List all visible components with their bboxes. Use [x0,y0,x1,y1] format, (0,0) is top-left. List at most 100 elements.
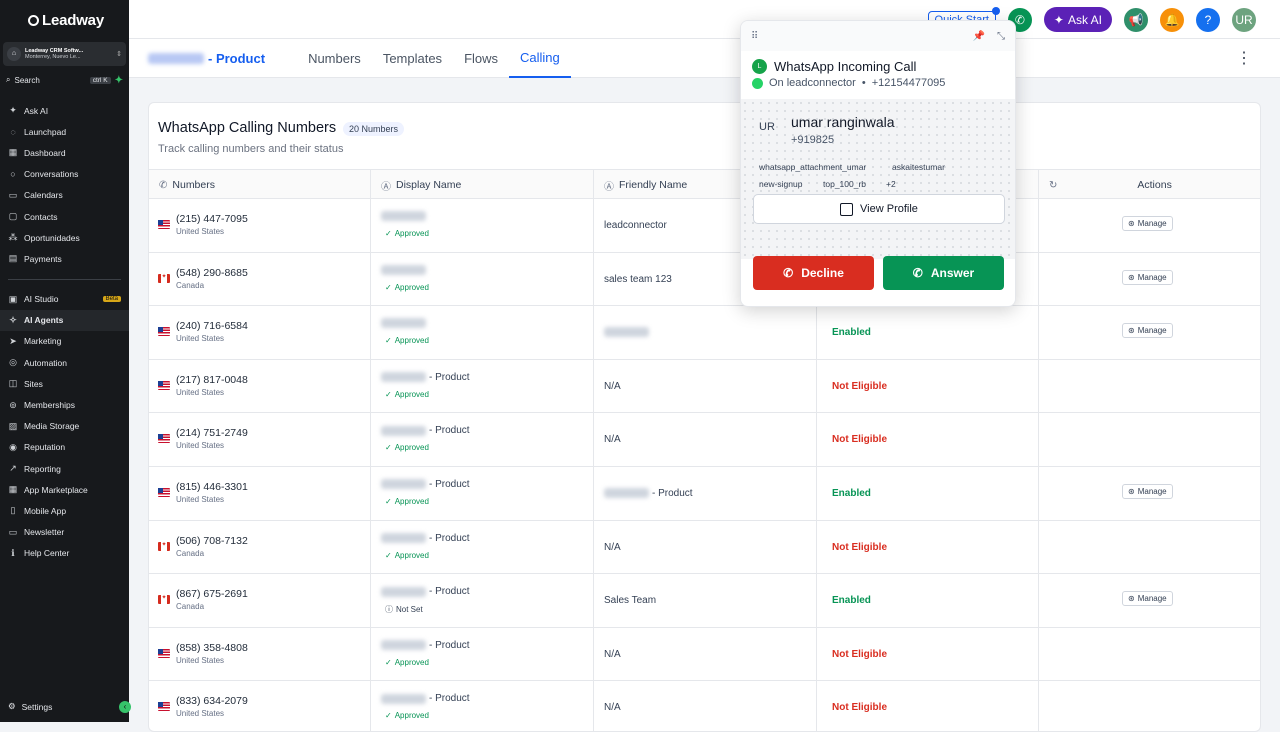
canada-flag-icon [158,541,170,551]
line-number: +12154477095 [871,77,946,89]
search-shortcut: ctrl K [89,76,111,84]
check-icon: ✓ [385,711,392,721]
redacted-text [604,488,649,499]
sidebar-item-marketing[interactable]: ➤ Marketing [0,331,129,352]
sidebar-item-reporting[interactable]: ↗ Reporting [0,458,129,479]
calling-status-badge: Enabled [832,595,871,607]
sidebar-item-calendars[interactable]: ▭ Calendars [0,185,129,206]
sites-icon: ◫ [8,378,18,389]
display-name-cell: - Product ✓ Approved [371,413,594,466]
more-options-icon[interactable]: ⋮ [1236,48,1252,68]
friendly-name-cell: - Product [594,466,817,520]
display-name [381,211,429,221]
status-label: Approved [394,282,429,292]
sidebar-item-launchpad[interactable]: ◌ Launchpad [0,121,129,142]
header-display-name[interactable]: Ⓐ Display Name [371,170,594,200]
friendly-name-cell: N/A [594,520,817,574]
answer-button[interactable]: ✆ Answer [883,256,1004,290]
incoming-call-popup: ⠿ 📌 ⤡ L WhatsApp Incoming Call On leadconn… [740,20,1016,307]
friendly-name-text: N/A [604,380,621,392]
ask-ai-button[interactable]: ✦ Ask AI [1043,7,1112,32]
quick-add-icon[interactable]: ✦ [115,75,123,86]
sidebar: Leadway ⌂ Leadway CRM Softw... Monterrey,… [0,0,131,722]
tab-numbers[interactable]: Numbers [297,39,372,78]
sidebar-item-memberships[interactable]: ⊚ Memberships [0,394,129,415]
pin-icon[interactable]: 📌 [973,31,985,42]
line-label: On leadconnector [769,77,856,89]
view-profile-button[interactable]: View Profile [753,194,1005,224]
brand-suffix: - Product [208,50,266,66]
redacted-text [381,425,426,436]
sidebar-item-payments[interactable]: ▤ Payments [0,248,129,269]
calling-status-cell: Enabled [817,466,1039,520]
user-avatar[interactable]: UR [1232,7,1256,32]
sidebar-item-ai-studio[interactable]: ▣ AI Studio Beta [0,289,129,310]
calling-status-cell: Not Eligible [817,359,1039,413]
sidebar-item-oportunidades[interactable]: ⁂ Oportunidades [0,227,129,248]
calling-status-badge: Not Eligible [832,434,887,446]
manage-label: Manage [1137,594,1167,604]
friendly-name: N/A [604,542,621,553]
manage-button[interactable]: ⊛ Manage [1122,216,1173,231]
sidebar-item-settings[interactable]: ⚙ Settings [8,701,52,712]
sidebar-item-ask-ai[interactable]: ✦ Ask AI [0,100,129,121]
sidebar-item-label: Reporting [24,463,61,474]
actions-cell: ⊛ Manage [1039,199,1260,252]
notifications-button[interactable]: 🔔 [1160,7,1184,32]
refresh-icon[interactable]: ↻ [1049,180,1057,191]
minimize-icon[interactable]: ⤡ [997,31,1005,42]
sidebar-item-newsletter[interactable]: ▭ Newsletter [0,522,129,543]
sidebar-item-help-center[interactable]: ℹ Help Center [0,543,129,564]
display-name: - Product [381,372,470,383]
sidebar-search[interactable]: ⌕ Search ctrl K ✦ [0,70,129,90]
table-row: (548) 290-8685Canada ✓Approved sales team … [149,252,1260,307]
display-name-suffix: - Product [429,532,470,544]
announcements-button[interactable]: 📢 [1124,7,1148,32]
tab-calling[interactable]: Calling [509,39,571,78]
calling-status-badge: Enabled [832,327,871,339]
logo[interactable]: Leadway [0,0,129,40]
manage-button[interactable]: ⊛ Manage [1122,323,1173,339]
status-label: Approved [394,496,429,506]
manage-button[interactable]: ⊛ Manage [1122,269,1173,285]
automation-icon: ◎ [9,357,17,368]
tab-templates[interactable]: Templates [372,39,453,78]
display-name-cell: - Product ✓ Approved [371,627,594,681]
sidebar-item-mobile-app[interactable]: ▯ Mobile App [0,500,129,521]
sidebar-item-contacts[interactable]: ▢ Contacts [0,206,129,227]
manage-label: Manage [1137,326,1167,336]
display-name: - Product [381,533,470,544]
manage-button[interactable]: ⊛ Manage [1122,483,1173,499]
header-numbers[interactable]: ✆ Numbers [149,170,371,200]
chat-icon: ○ [10,169,16,180]
tab-flows[interactable]: Flows [453,39,509,78]
contact-tag: new-signup [759,179,803,189]
check-icon: ✓ [385,496,392,506]
sidebar-item-label: Calendars [24,190,63,201]
sidebar-item-label: Sites [24,378,43,389]
sidebar-item-label: App Marketplace [24,484,88,495]
sidebar-item-conversations[interactable]: ○ Conversations [0,164,129,185]
funnel-icon: ⁂ [8,232,18,243]
help-button[interactable]: ? [1196,7,1220,32]
number-cell: (506) 708-7132Canada [149,520,371,574]
sidebar-item-label: Contacts [24,211,58,222]
sidebar-item-sites[interactable]: ◫ Sites [0,373,129,394]
sidebar-item-dashboard[interactable]: ▦ Dashboard [0,142,129,163]
sidebar-item-media-storage[interactable]: ▨ Media Storage [0,416,129,437]
number-cell: (815) 446-3301 United States [149,466,371,520]
sidebar-item-ai-agents[interactable]: ✧ AI Agents [0,309,129,331]
display-name-cell: - Product ✓ Approved [371,681,594,731]
account-switcher[interactable]: ⌂ Leadway CRM Softw... Monterrey, Nuevo L… [3,42,126,66]
redacted-text [604,327,649,338]
sidebar-item-reputation[interactable]: ◉ Reputation [0,437,129,458]
sidebar-item-automation[interactable]: ◎ Automation [0,352,129,373]
drag-handle-icon[interactable]: ⠿ [751,31,758,42]
phone-icon: ✆ [159,179,168,191]
decline-button[interactable]: ✆ Decline [753,256,874,290]
manage-button[interactable]: ⊛ Manage [1122,591,1173,607]
more-tags[interactable]: +2 [886,179,896,189]
actions-cell: ⊛ Manage [1039,306,1260,359]
sidebar-item-app-marketplace[interactable]: ▦ App Marketplace [0,479,129,500]
collapse-sidebar-button[interactable]: ‹ [119,701,131,713]
